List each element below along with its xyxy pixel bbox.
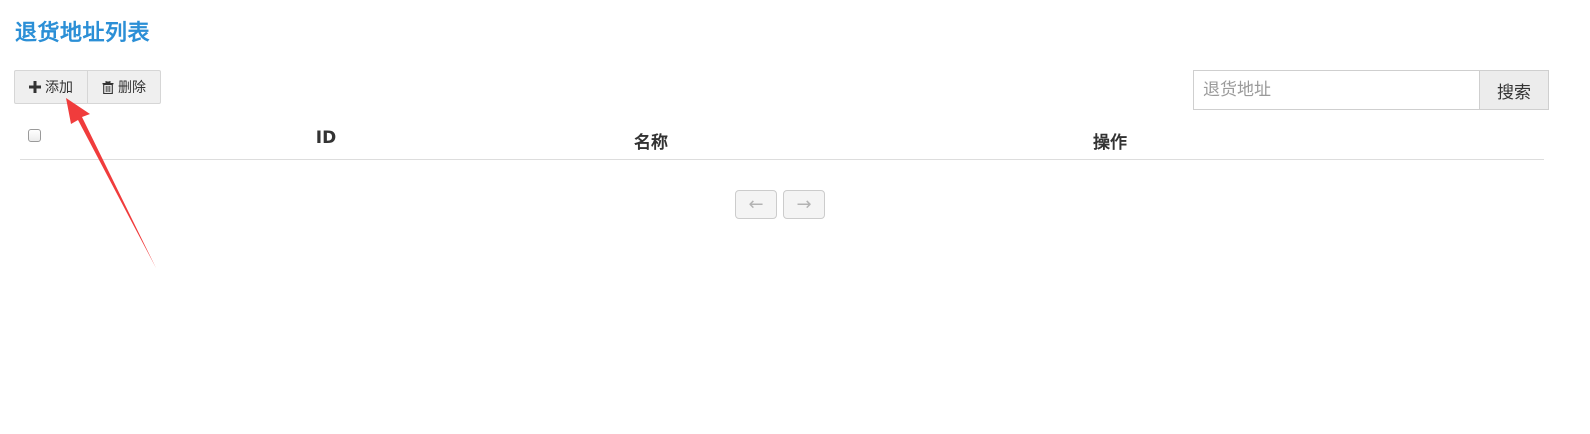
trash-icon (102, 80, 114, 94)
pagination: ← → (735, 190, 825, 219)
next-page-button[interactable]: → (783, 190, 825, 219)
column-header-actions: 操作 (1093, 133, 1127, 153)
plus-icon (29, 81, 41, 93)
select-all-checkbox[interactable] (28, 129, 41, 142)
add-button[interactable]: 添加 (15, 71, 87, 103)
page: 退货地址列表 添加 删除 退货地址 搜索 ID 名称 操作 ← → (0, 0, 1590, 434)
page-title: 退货地址列表 (15, 21, 151, 46)
toolbar: 添加 删除 (14, 70, 161, 104)
search-bar: 搜索 (1193, 70, 1549, 110)
prev-page-button[interactable]: ← (735, 190, 777, 219)
add-button-label: 添加 (45, 80, 73, 96)
delete-button[interactable]: 删除 (87, 71, 160, 103)
column-header-id: ID (315, 128, 337, 148)
search-button[interactable]: 搜索 (1479, 70, 1549, 110)
search-input[interactable] (1193, 70, 1479, 110)
delete-button-label: 删除 (118, 80, 146, 96)
table-header: ID 名称 操作 (20, 118, 1544, 160)
column-header-name: 名称 (634, 133, 668, 153)
